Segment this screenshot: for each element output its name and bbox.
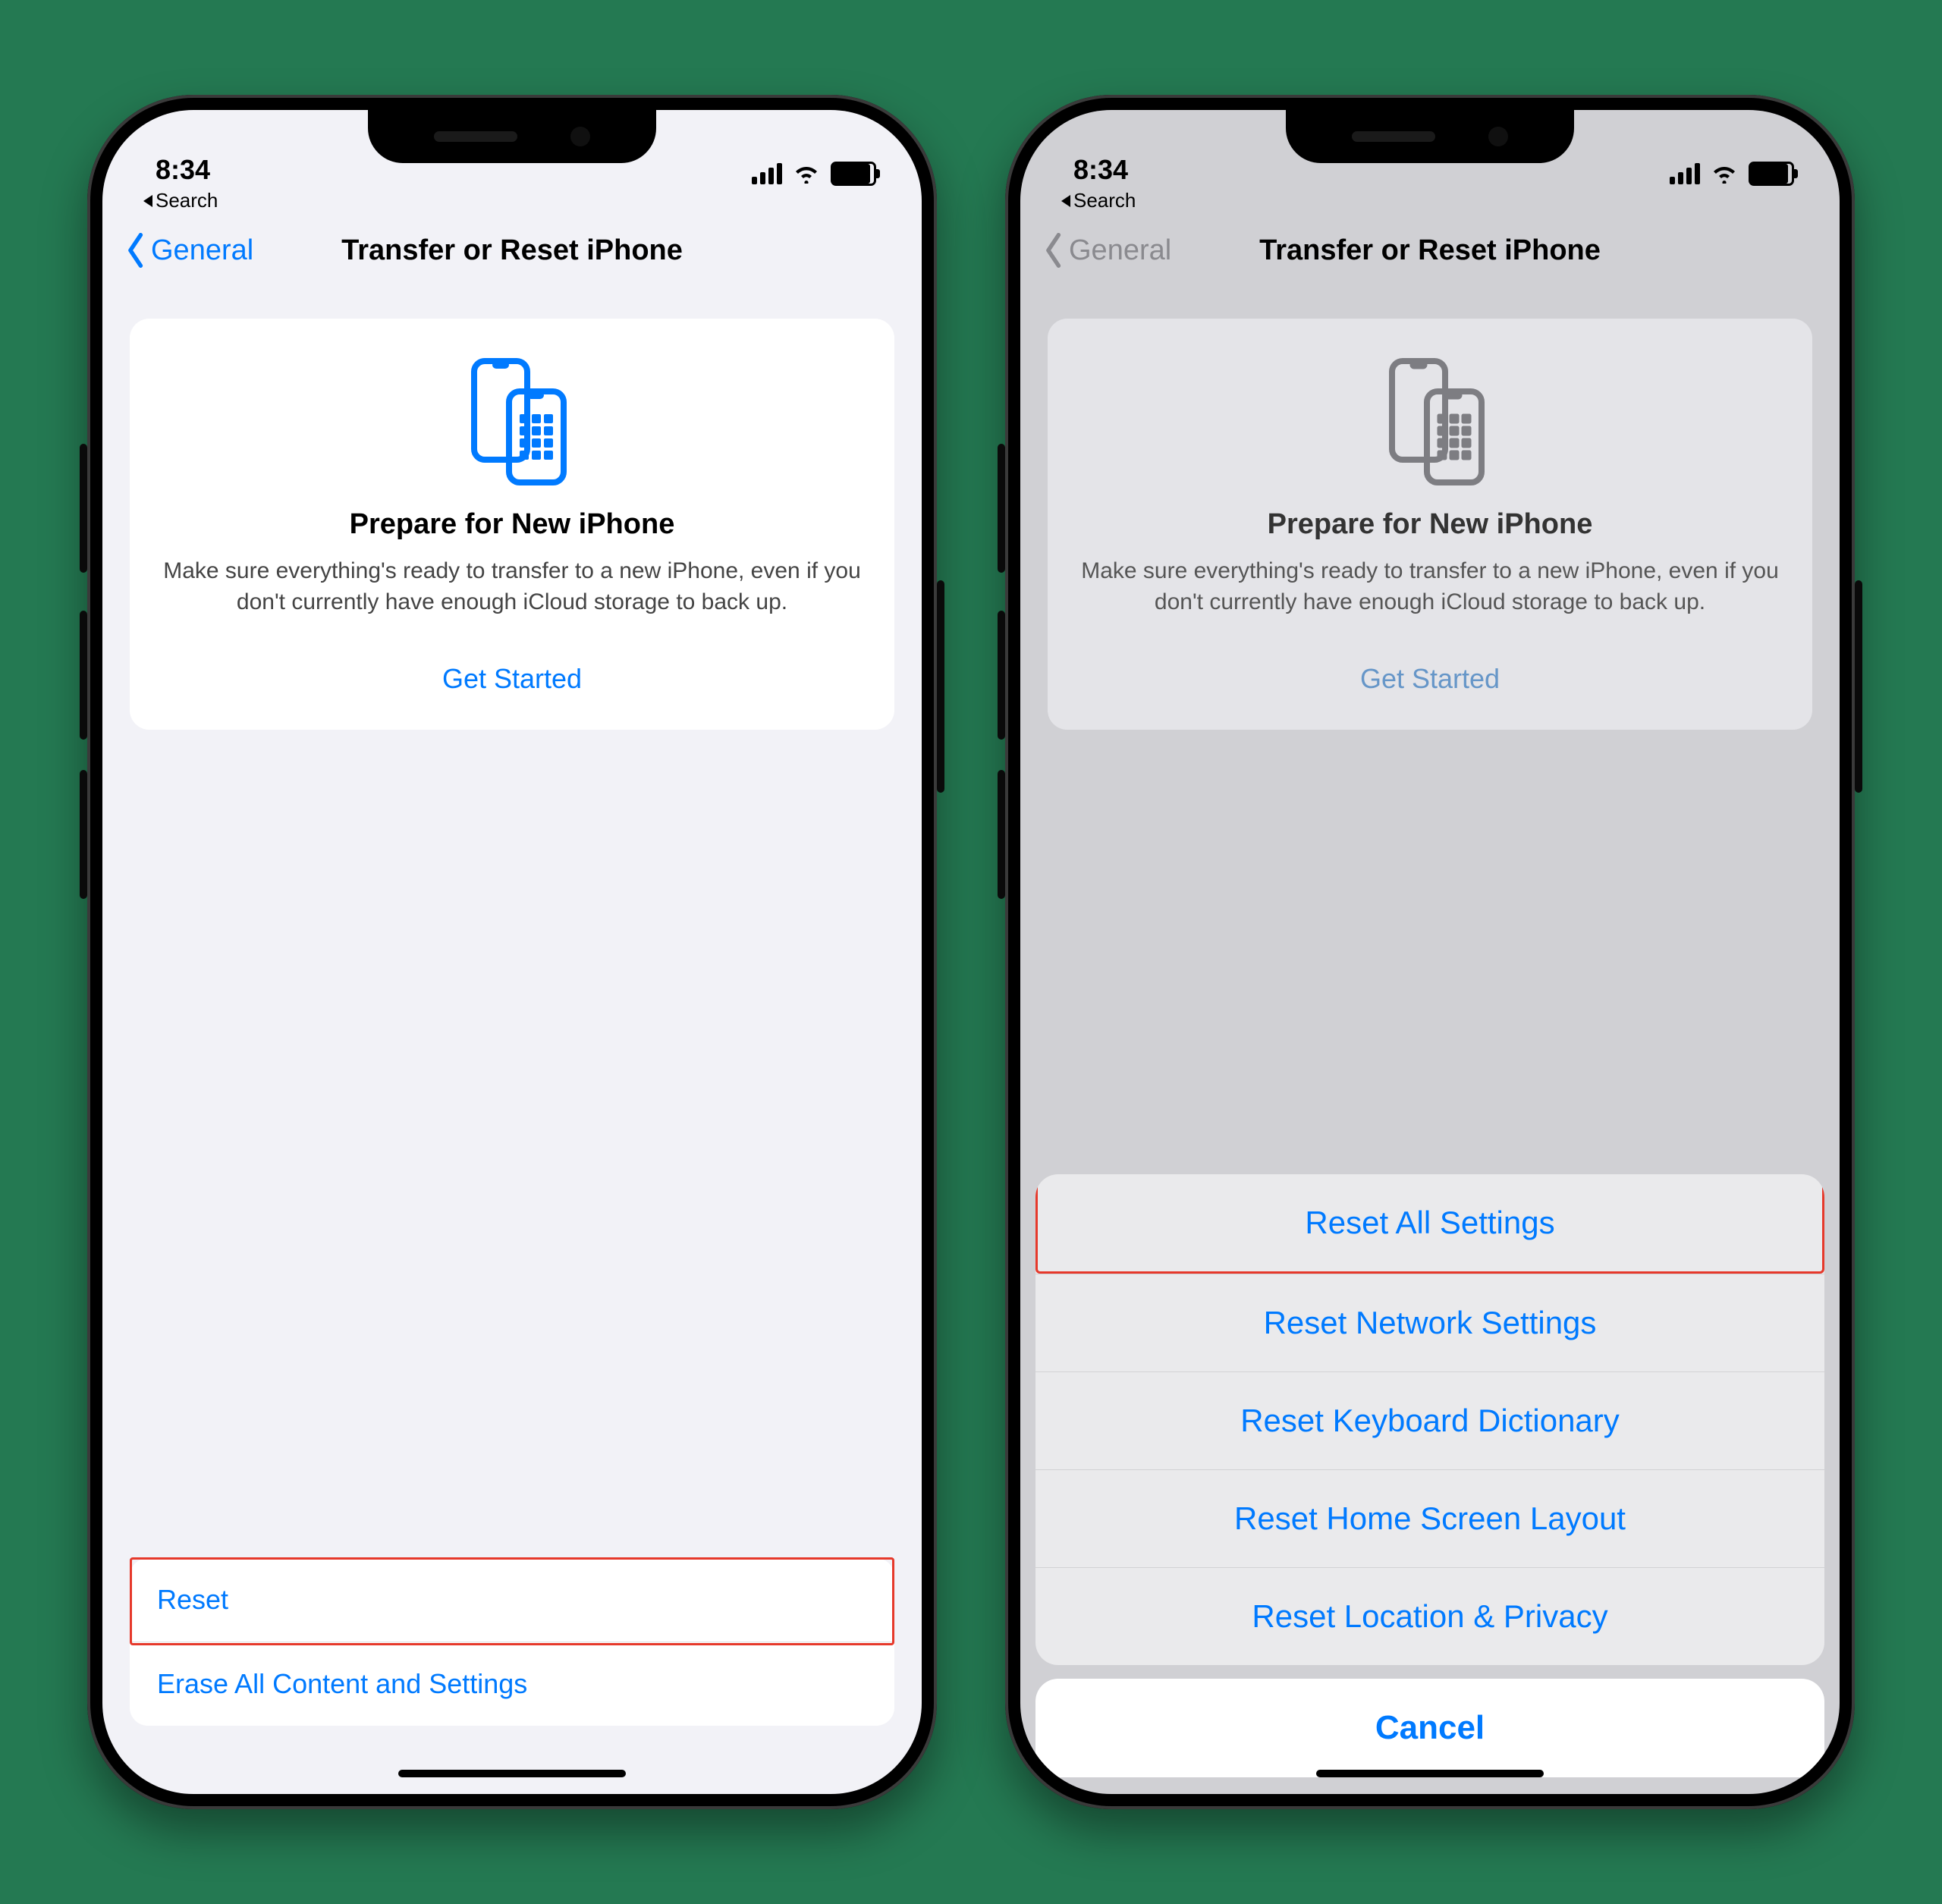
chevron-left-icon [1043,233,1066,268]
status-time: 8:34 [156,154,210,186]
reset-row[interactable]: Reset [130,1558,894,1642]
erase-row[interactable]: Erase All Content and Settings [130,1642,894,1726]
nav-bar: General Transfer or Reset iPhone [1020,212,1840,288]
action-sheet: Reset All Settings Reset Network Setting… [1035,1174,1824,1777]
sheet-reset-keyboard-dictionary[interactable]: Reset Keyboard Dictionary [1035,1371,1824,1469]
cellular-icon [752,163,782,184]
nav-back-button[interactable]: General [125,233,253,268]
prepare-card: Prepare for New iPhone Make sure everyth… [130,319,894,730]
notch [1286,110,1574,163]
nav-back-button: General [1043,233,1171,268]
card-body: Make sure everything's ready to transfer… [1078,556,1782,617]
battery-icon [1749,162,1794,186]
chevron-left-icon [125,233,148,268]
back-triangle-icon [1061,195,1070,207]
back-to-app[interactable]: Search [102,189,922,212]
home-indicator[interactable] [1316,1770,1544,1777]
prepare-card: Prepare for New iPhone Make sure everyth… [1048,319,1812,730]
battery-icon [831,162,876,186]
wifi-icon [793,164,820,184]
get-started-button[interactable]: Get Started [160,648,864,699]
notch [368,110,656,163]
sheet-cancel-button[interactable]: Cancel [1035,1679,1824,1777]
back-app-label: Search [156,189,218,212]
iphone-frame-right: 8:34 Search General Transfer or Reset iP… [1005,95,1855,1809]
sheet-reset-home-screen-layout[interactable]: Reset Home Screen Layout [1035,1469,1824,1567]
cellular-icon [1670,163,1700,184]
nav-back-label: General [151,234,253,267]
back-to-app: Search [1020,189,1840,212]
card-heading: Prepare for New iPhone [1078,508,1782,541]
status-time: 8:34 [1073,154,1128,186]
back-triangle-icon [143,195,152,207]
home-indicator[interactable] [398,1770,626,1777]
nav-bar: General Transfer or Reset iPhone [102,212,922,288]
card-body: Make sure everything's ready to transfer… [160,556,864,617]
iphone-frame-left: 8:34 Search General Transfer or Reset iP… [87,95,937,1809]
get-started-button: Get Started [1078,648,1782,699]
sheet-reset-all-settings[interactable]: Reset All Settings [1035,1174,1824,1274]
wifi-icon [1711,164,1738,184]
nav-back-label: General [1069,234,1171,267]
bottom-options: Reset Erase All Content and Settings [130,1558,894,1726]
sheet-reset-network-settings[interactable]: Reset Network Settings [1035,1274,1824,1371]
devices-transfer-icon [1369,357,1491,485]
card-heading: Prepare for New iPhone [160,508,864,541]
devices-transfer-icon [451,357,573,485]
sheet-reset-location-privacy[interactable]: Reset Location & Privacy [1035,1567,1824,1665]
back-app-label: Search [1073,189,1136,212]
